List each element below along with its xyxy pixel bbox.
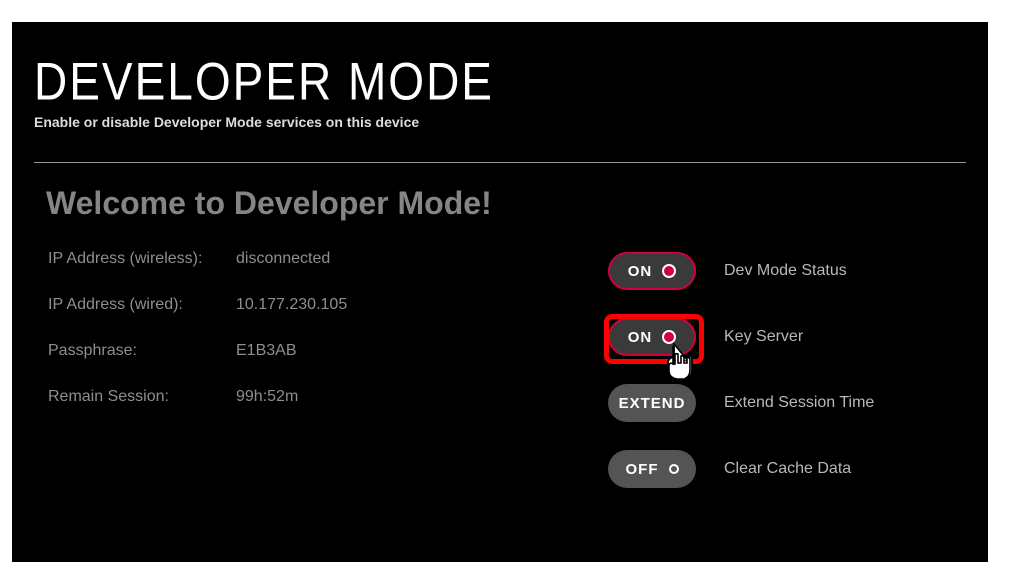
ip-wired-value: 10.177.230.105	[236, 296, 347, 314]
ip-wired-label: IP Address (wired):	[48, 296, 236, 314]
cursor-pointer-icon	[662, 342, 696, 386]
ip-wireless-label: IP Address (wireless):	[48, 250, 236, 268]
dev-mode-toggle[interactable]: ON	[608, 252, 696, 290]
key-server-state: ON	[628, 329, 653, 346]
dev-mode-state: ON	[628, 263, 653, 280]
divider	[34, 162, 966, 163]
highlight-box	[604, 314, 704, 364]
developer-mode-screen: DEVELOPER MODE Enable or disable Develop…	[12, 22, 988, 562]
toggle-on-indicator-icon	[662, 330, 676, 344]
remain-session-value: 99h:52m	[236, 388, 298, 406]
passphrase-value: E1B3AB	[236, 342, 296, 360]
controls-panel: ON Dev Mode Status ON	[608, 250, 874, 488]
passphrase-label: Passphrase:	[48, 342, 236, 360]
key-server-toggle[interactable]: ON	[608, 318, 696, 356]
extend-state: EXTEND	[619, 395, 686, 412]
welcome-heading: Welcome to Developer Mode!	[46, 185, 966, 222]
clear-cache-label: Clear Cache Data	[724, 460, 851, 478]
page-title: DEVELOPER MODE	[34, 50, 966, 112]
page-subtitle: Enable or disable Developer Mode service…	[34, 114, 966, 130]
extend-session-label: Extend Session Time	[724, 394, 874, 412]
remain-session-label: Remain Session:	[48, 388, 236, 406]
dev-mode-label: Dev Mode Status	[724, 262, 847, 280]
ip-wireless-value: disconnected	[236, 250, 330, 268]
toggle-off-indicator-icon	[669, 464, 679, 474]
clear-cache-toggle[interactable]: OFF	[608, 450, 696, 488]
extend-session-button[interactable]: EXTEND	[608, 384, 696, 422]
key-server-label: Key Server	[724, 328, 803, 346]
toggle-on-indicator-icon	[662, 264, 676, 278]
info-panel: IP Address (wireless): disconnected IP A…	[48, 250, 608, 488]
clear-cache-state: OFF	[626, 461, 659, 478]
